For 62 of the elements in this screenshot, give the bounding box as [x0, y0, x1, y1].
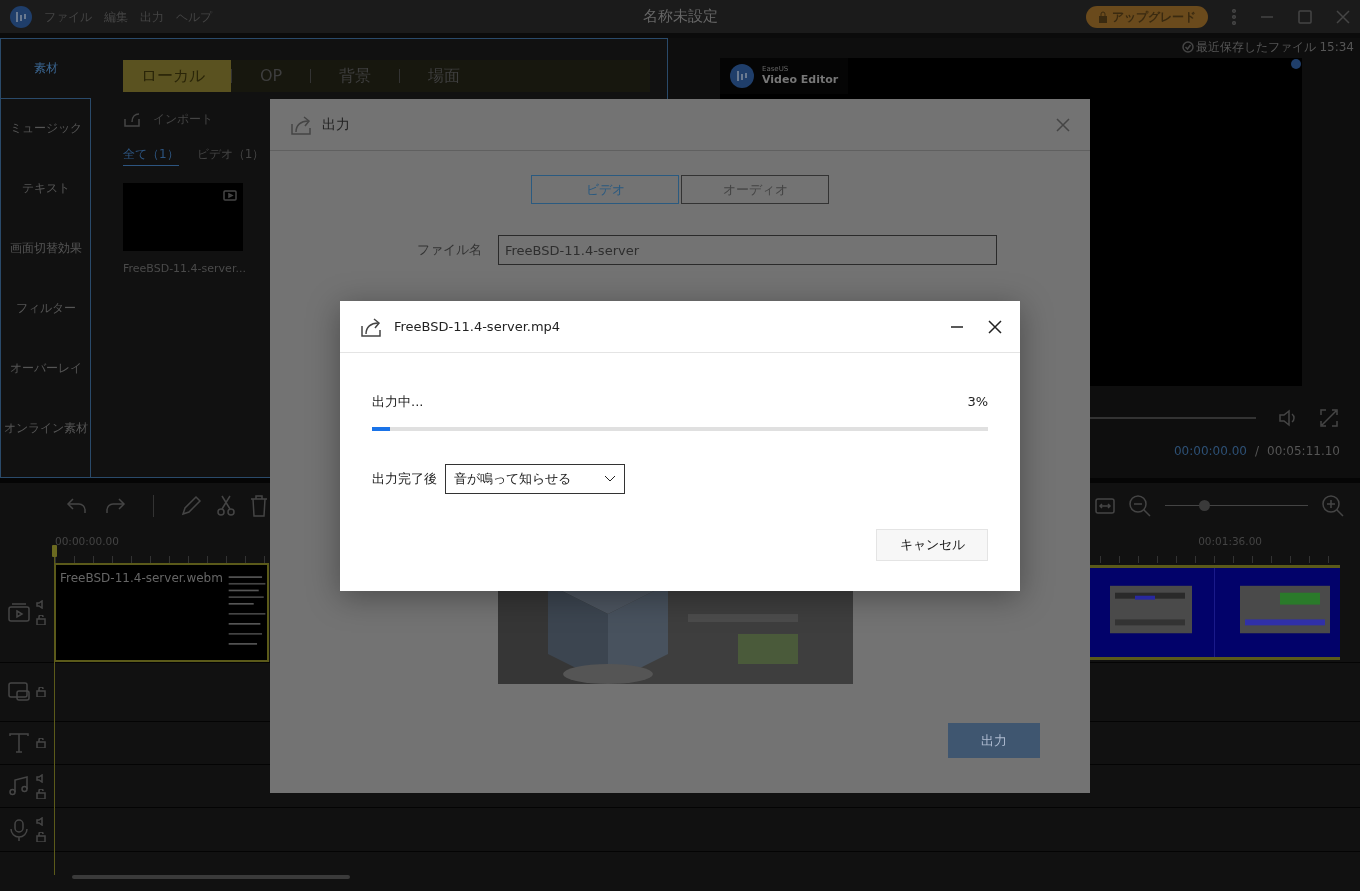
- dialog-title: FreeBSD-11.4-server.mp4: [394, 317, 561, 336]
- pencil-icon[interactable]: [180, 494, 202, 517]
- sidebar-item[interactable]: オーバーレイ: [1, 339, 91, 399]
- speaker-icon[interactable]: [36, 773, 46, 783]
- caret-icon: [604, 474, 616, 483]
- media-thumbnail[interactable]: [123, 183, 243, 251]
- brand-logo-icon: [730, 64, 754, 88]
- microphone-icon: [8, 818, 30, 841]
- percent-text: 3%: [967, 393, 988, 411]
- field-label: 出力完了後: [372, 469, 437, 488]
- undo-icon[interactable]: [65, 495, 89, 516]
- lock-icon[interactable]: [36, 687, 46, 697]
- filter-tab[interactable]: 全て（1）: [123, 145, 179, 166]
- redo-icon[interactable]: [103, 495, 127, 516]
- dialog-title: 出力: [322, 115, 350, 134]
- status-text: 出力中...: [372, 393, 424, 411]
- text-icon: [8, 732, 30, 754]
- field-label: ファイル名: [416, 241, 482, 260]
- export-icon: [360, 315, 384, 338]
- sidebar-item[interactable]: 画面切替効果: [1, 219, 91, 279]
- total-time: 00:05:11.10: [1267, 443, 1340, 460]
- volume-icon[interactable]: [1278, 408, 1298, 428]
- app-logo-icon: [10, 5, 32, 28]
- fit-icon[interactable]: [1095, 497, 1115, 514]
- close-icon[interactable]: [988, 319, 1002, 334]
- speaker-icon[interactable]: [36, 600, 46, 609]
- export-icon: [290, 113, 312, 136]
- speaker-icon[interactable]: [36, 817, 46, 826]
- export-button[interactable]: 出力: [948, 723, 1040, 758]
- current-time: 00:00:00.00: [1174, 443, 1247, 460]
- zoom-in-icon[interactable]: [1322, 494, 1344, 517]
- lock-icon[interactable]: [36, 788, 46, 799]
- scissors-icon[interactable]: [216, 494, 236, 517]
- lock-icon[interactable]: [36, 832, 46, 842]
- more-icon[interactable]: [1232, 8, 1236, 25]
- time-separator: /: [1254, 443, 1259, 460]
- zoom-out-icon[interactable]: [1129, 494, 1151, 517]
- maximize-icon[interactable]: [1298, 9, 1312, 24]
- file-name-field[interactable]: FreeBSD-11.4-server: [498, 235, 997, 265]
- fullscreen-icon[interactable]: [1320, 409, 1338, 427]
- format-tab[interactable]: ビデオ: [531, 175, 679, 204]
- check-circle-icon: [1181, 41, 1194, 53]
- lock-icon[interactable]: [36, 738, 46, 748]
- sidebar-item[interactable]: ミュージック: [1, 99, 91, 159]
- lock-icon[interactable]: [36, 615, 46, 625]
- cancel-button[interactable]: キャンセル: [876, 528, 988, 561]
- sidebar-item[interactable]: 素材: [1, 39, 91, 99]
- close-dot-icon[interactable]: [1291, 59, 1301, 69]
- video-clip[interactable]: FreeBSD-11.4-server.webm: [54, 563, 269, 662]
- media-caption: FreeBSD-11.4-server...: [123, 261, 247, 277]
- import-icon[interactable]: [123, 111, 141, 127]
- video-track-icon: [8, 601, 30, 624]
- scrollbar-thumb[interactable]: [72, 875, 350, 879]
- trash-icon[interactable]: [250, 494, 268, 517]
- after-action-select[interactable]: 音が鳴って知らせる: [445, 463, 625, 494]
- lock-icon: [1098, 10, 1108, 23]
- window-title: 名称未設定: [642, 6, 718, 28]
- video-icon: [223, 189, 237, 201]
- brand-name: Video Editor: [762, 72, 839, 87]
- sidebar-item[interactable]: オンライン素材: [1, 399, 91, 459]
- picture-in-picture-icon: [8, 681, 30, 703]
- music-icon: [8, 775, 30, 797]
